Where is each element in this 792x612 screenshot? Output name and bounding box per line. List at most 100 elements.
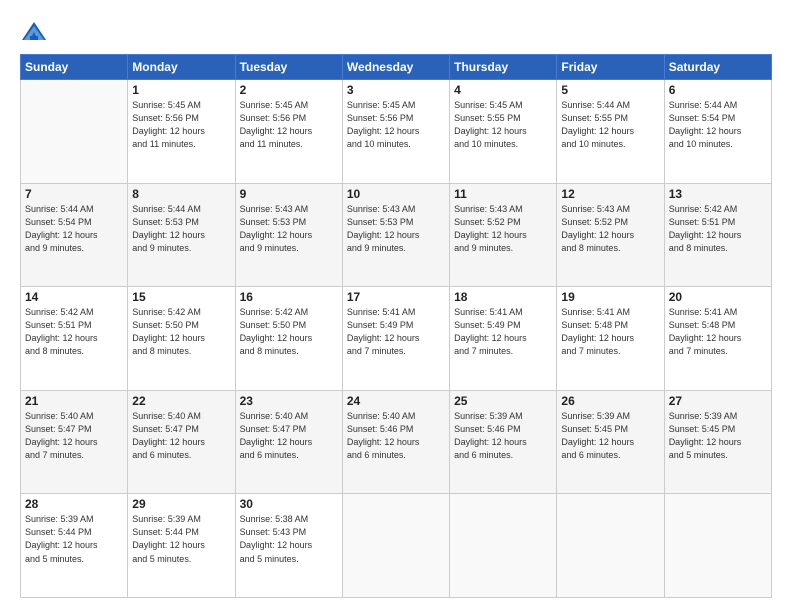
calendar-cell: 19 Sunrise: 5:41 AM Sunset: 5:48 PM Dayli… xyxy=(557,287,664,391)
calendar-week-row: 21Sunrise: 5:40 AM Sunset: 5:47 PM Dayli… xyxy=(21,390,772,494)
calendar-week-row: 7Sunrise: 5:44 AM Sunset: 5:54 PM Daylig… xyxy=(21,183,772,287)
day-info: Sunrise: 5:44 AM Sunset: 5:55 PM Dayligh… xyxy=(561,99,659,151)
day-number: 29 xyxy=(132,497,230,511)
logo xyxy=(20,18,52,46)
day-info: Sunrise: 5:38 AM Sunset: 5:43 PM Dayligh… xyxy=(240,513,338,565)
day-info: Sunrise: 5:43 AM Sunset: 5:53 PM Dayligh… xyxy=(240,203,338,255)
day-number: 22 xyxy=(132,394,230,408)
calendar-cell: 11 Sunrise: 5:43 AM Sunset: 5:52 PM Dayli… xyxy=(450,183,557,287)
calendar-cell: 10 Sunrise: 5:43 AM Sunset: 5:53 PM Dayli… xyxy=(342,183,449,287)
calendar-cell: 20 Sunrise: 5:41 AM Sunset: 5:48 PM Dayli… xyxy=(664,287,771,391)
calendar-cell: 18 Sunrise: 5:41 AM Sunset: 5:49 PM Dayli… xyxy=(450,287,557,391)
day-number: 4 xyxy=(454,83,552,97)
day-info: Sunrise: 5:39 AM Sunset: 5:44 PM Dayligh… xyxy=(132,513,230,565)
day-info: Sunrise: 5:40 AM Sunset: 5:47 PM Dayligh… xyxy=(132,410,230,462)
day-info: Sunrise: 5:45 AM Sunset: 5:56 PM Dayligh… xyxy=(132,99,230,151)
day-info: Sunrise: 5:40 AM Sunset: 5:47 PM Dayligh… xyxy=(240,410,338,462)
calendar-cell: 21Sunrise: 5:40 AM Sunset: 5:47 PM Dayli… xyxy=(21,390,128,494)
day-number: 26 xyxy=(561,394,659,408)
calendar-cell: 8 Sunrise: 5:44 AM Sunset: 5:53 PM Daylig… xyxy=(128,183,235,287)
calendar-week-row: 14 Sunrise: 5:42 AM Sunset: 5:51 PM Dayli… xyxy=(21,287,772,391)
day-number: 19 xyxy=(561,290,659,304)
day-number: 30 xyxy=(240,497,338,511)
calendar-week-row: 28 Sunrise: 5:39 AM Sunset: 5:44 PM Dayli… xyxy=(21,494,772,598)
day-info: Sunrise: 5:44 AM Sunset: 5:53 PM Dayligh… xyxy=(132,203,230,255)
day-number: 1 xyxy=(132,83,230,97)
day-info: Sunrise: 5:45 AM Sunset: 5:56 PM Dayligh… xyxy=(240,99,338,151)
calendar-cell: 23 Sunrise: 5:40 AM Sunset: 5:47 PM Dayli… xyxy=(235,390,342,494)
calendar-cell: 4 Sunrise: 5:45 AM Sunset: 5:55 PM Daylig… xyxy=(450,80,557,184)
day-info: Sunrise: 5:42 AM Sunset: 5:51 PM Dayligh… xyxy=(25,306,123,358)
calendar-cell: 7Sunrise: 5:44 AM Sunset: 5:54 PM Daylig… xyxy=(21,183,128,287)
calendar-cell: 1 Sunrise: 5:45 AM Sunset: 5:56 PM Daylig… xyxy=(128,80,235,184)
day-info: Sunrise: 5:43 AM Sunset: 5:52 PM Dayligh… xyxy=(561,203,659,255)
day-number: 17 xyxy=(347,290,445,304)
calendar-cell: 25 Sunrise: 5:39 AM Sunset: 5:46 PM Dayli… xyxy=(450,390,557,494)
calendar-cell: 24 Sunrise: 5:40 AM Sunset: 5:46 PM Dayli… xyxy=(342,390,449,494)
day-info: Sunrise: 5:42 AM Sunset: 5:51 PM Dayligh… xyxy=(669,203,767,255)
day-info: Sunrise: 5:45 AM Sunset: 5:55 PM Dayligh… xyxy=(454,99,552,151)
day-number: 3 xyxy=(347,83,445,97)
calendar-cell: 26 Sunrise: 5:39 AM Sunset: 5:45 PM Dayli… xyxy=(557,390,664,494)
day-info: Sunrise: 5:42 AM Sunset: 5:50 PM Dayligh… xyxy=(240,306,338,358)
day-info: Sunrise: 5:41 AM Sunset: 5:48 PM Dayligh… xyxy=(561,306,659,358)
day-number: 27 xyxy=(669,394,767,408)
logo-icon xyxy=(20,18,48,46)
calendar-cell: 5 Sunrise: 5:44 AM Sunset: 5:55 PM Daylig… xyxy=(557,80,664,184)
day-number: 13 xyxy=(669,187,767,201)
day-info: Sunrise: 5:41 AM Sunset: 5:48 PM Dayligh… xyxy=(669,306,767,358)
day-number: 5 xyxy=(561,83,659,97)
calendar-cell: 3 Sunrise: 5:45 AM Sunset: 5:56 PM Daylig… xyxy=(342,80,449,184)
day-info: Sunrise: 5:45 AM Sunset: 5:56 PM Dayligh… xyxy=(347,99,445,151)
day-number: 23 xyxy=(240,394,338,408)
day-number: 25 xyxy=(454,394,552,408)
day-number: 16 xyxy=(240,290,338,304)
calendar-cell: 17 Sunrise: 5:41 AM Sunset: 5:49 PM Dayli… xyxy=(342,287,449,391)
day-info: Sunrise: 5:40 AM Sunset: 5:46 PM Dayligh… xyxy=(347,410,445,462)
day-info: Sunrise: 5:39 AM Sunset: 5:45 PM Dayligh… xyxy=(669,410,767,462)
day-info: Sunrise: 5:39 AM Sunset: 5:45 PM Dayligh… xyxy=(561,410,659,462)
day-info: Sunrise: 5:39 AM Sunset: 5:46 PM Dayligh… xyxy=(454,410,552,462)
calendar-cell: 13 Sunrise: 5:42 AM Sunset: 5:51 PM Dayli… xyxy=(664,183,771,287)
day-number: 14 xyxy=(25,290,123,304)
calendar-cell xyxy=(342,494,449,598)
day-number: 18 xyxy=(454,290,552,304)
calendar-cell: 22 Sunrise: 5:40 AM Sunset: 5:47 PM Dayli… xyxy=(128,390,235,494)
calendar-cell: 16 Sunrise: 5:42 AM Sunset: 5:50 PM Dayli… xyxy=(235,287,342,391)
calendar-cell xyxy=(450,494,557,598)
calendar-cell: 14 Sunrise: 5:42 AM Sunset: 5:51 PM Dayli… xyxy=(21,287,128,391)
calendar-cell: 6Sunrise: 5:44 AM Sunset: 5:54 PM Daylig… xyxy=(664,80,771,184)
weekday-header-monday: Monday xyxy=(128,55,235,80)
day-info: Sunrise: 5:42 AM Sunset: 5:50 PM Dayligh… xyxy=(132,306,230,358)
calendar-cell: 9 Sunrise: 5:43 AM Sunset: 5:53 PM Daylig… xyxy=(235,183,342,287)
day-number: 20 xyxy=(669,290,767,304)
calendar-cell xyxy=(557,494,664,598)
day-number: 9 xyxy=(240,187,338,201)
day-info: Sunrise: 5:41 AM Sunset: 5:49 PM Dayligh… xyxy=(347,306,445,358)
weekday-header-wednesday: Wednesday xyxy=(342,55,449,80)
day-number: 12 xyxy=(561,187,659,201)
day-number: 11 xyxy=(454,187,552,201)
day-number: 10 xyxy=(347,187,445,201)
calendar-cell xyxy=(664,494,771,598)
calendar-cell: 28Sunrise: 5:39 AM Sunset: 5:44 PM Dayli… xyxy=(21,494,128,598)
day-number: 8 xyxy=(132,187,230,201)
day-number: 15 xyxy=(132,290,230,304)
weekday-header-thursday: Thursday xyxy=(450,55,557,80)
calendar-cell: 15 Sunrise: 5:42 AM Sunset: 5:50 PM Dayli… xyxy=(128,287,235,391)
day-info: Sunrise: 5:43 AM Sunset: 5:52 PM Dayligh… xyxy=(454,203,552,255)
weekday-header-tuesday: Tuesday xyxy=(235,55,342,80)
calendar-week-row: 1 Sunrise: 5:45 AM Sunset: 5:56 PM Daylig… xyxy=(21,80,772,184)
page: SundayMondayTuesdayWednesdayThursdayFrid… xyxy=(0,0,792,612)
day-info: Sunrise: 5:43 AM Sunset: 5:53 PM Dayligh… xyxy=(347,203,445,255)
day-info: Sunrise: 5:41 AM Sunset: 5:49 PM Dayligh… xyxy=(454,306,552,358)
calendar-cell: 12 Sunrise: 5:43 AM Sunset: 5:52 PM Dayli… xyxy=(557,183,664,287)
weekday-header-friday: Friday xyxy=(557,55,664,80)
day-number: 24 xyxy=(347,394,445,408)
day-number: 2 xyxy=(240,83,338,97)
weekday-header-row: SundayMondayTuesdayWednesdayThursdayFrid… xyxy=(21,55,772,80)
calendar-table: SundayMondayTuesdayWednesdayThursdayFrid… xyxy=(20,54,772,598)
weekday-header-sunday: Sunday xyxy=(21,55,128,80)
day-number: 28 xyxy=(25,497,123,511)
header xyxy=(20,18,772,46)
